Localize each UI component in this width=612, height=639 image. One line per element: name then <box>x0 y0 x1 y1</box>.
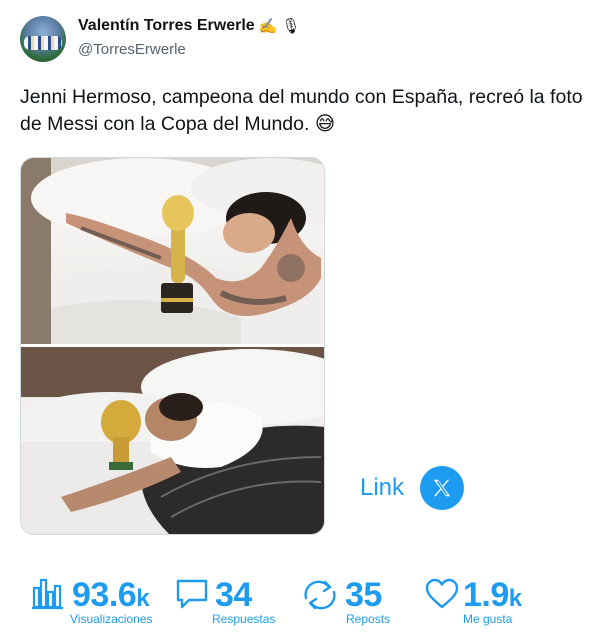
bar-chart-icon <box>32 578 63 610</box>
display-name[interactable]: Valentín Torres Erwerle <box>78 17 255 35</box>
tweet-body: Jenni Hermoso, campeona del mundo con Es… <box>20 86 583 135</box>
link-row: Link <box>360 466 465 510</box>
replies-value: 34 <box>215 576 252 614</box>
tweet-media[interactable] <box>20 157 325 535</box>
microphone-icon: 🎙 <box>281 17 301 35</box>
sweat-smile-emoji-icon: 😅 <box>314 113 336 135</box>
reposts-label: Reposts <box>346 612 391 626</box>
likes-label: Me gusta <box>463 612 513 626</box>
x-logo-icon[interactable] <box>420 466 465 510</box>
writing-hand-icon: ✍️ <box>258 17 278 35</box>
name-row: Valentín Torres Erwerle ✍️ 🎙 <box>78 17 300 35</box>
views-label: Visualizaciones <box>70 612 153 626</box>
link-label[interactable]: Link <box>360 474 404 502</box>
reposts-value: 35 <box>345 576 382 614</box>
heart-icon <box>425 578 459 609</box>
views-value: 93.6k <box>72 576 150 614</box>
engagement-stats: 93.6k Visualizaciones 34 Respuestas 35 R… <box>0 570 612 630</box>
tweet-text: Jenni Hermoso, campeona del mundo con Es… <box>20 84 605 138</box>
photo-hermoso[interactable] <box>21 158 324 344</box>
replies-label: Respuestas <box>212 612 276 626</box>
speech-bubble-icon <box>176 579 208 609</box>
x-glyph-icon <box>433 479 451 497</box>
photo-messi[interactable] <box>21 347 324 534</box>
likes-value: 1.9k <box>463 576 522 614</box>
tweet-header: Valentín Torres Erwerle ✍️ 🎙 @TorresErwe… <box>20 14 580 64</box>
avatar[interactable] <box>20 16 66 62</box>
repost-arrows-icon <box>304 580 336 610</box>
user-handle[interactable]: @TorresErwerle <box>78 41 186 58</box>
